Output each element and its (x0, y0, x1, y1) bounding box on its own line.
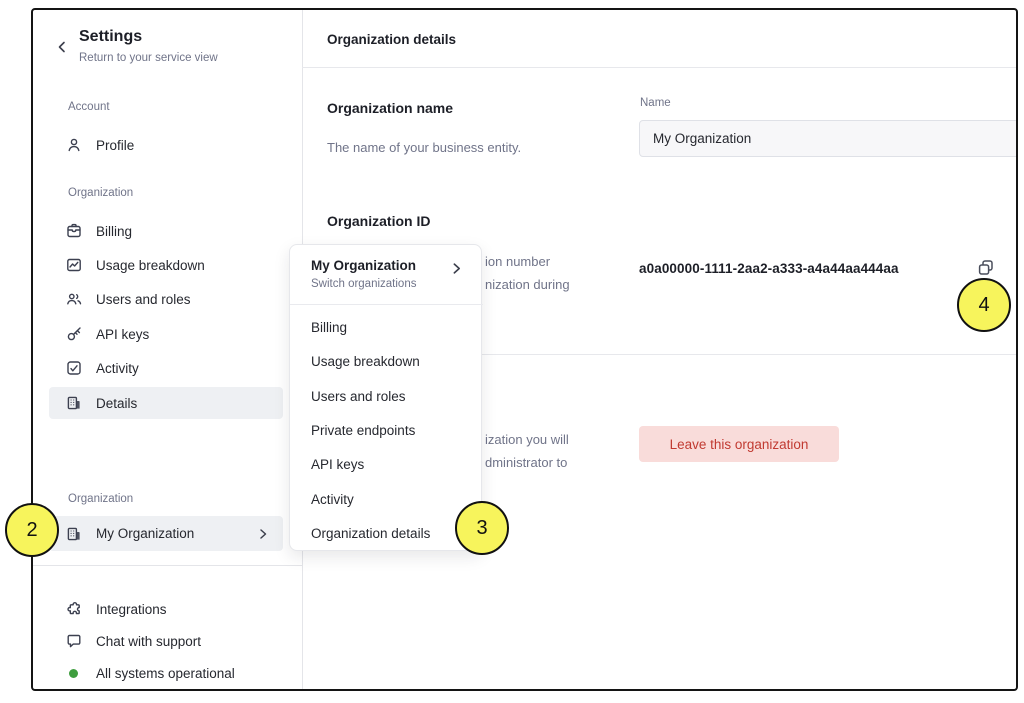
sidebar-item-label: Users and roles (96, 292, 191, 307)
dropdown-item-private-endpoints[interactable]: Private endpoints (311, 423, 471, 443)
sidebar-item-details[interactable]: Details (49, 387, 283, 419)
sidebar-item-label: API keys (96, 327, 149, 342)
sidebar-item-label: Details (96, 396, 137, 411)
status-label: All systems operational (96, 666, 235, 681)
sidebar-item-label: Activity (96, 361, 139, 376)
org-id-value: a0a00000-1111-2aa2-a333-a4a44aa444aa (639, 261, 899, 276)
dropdown-item-organization-details[interactable]: Organization details (311, 526, 471, 546)
dropdown-org-subtitle: Switch organizations (311, 278, 416, 290)
sidebar-item-profile[interactable]: Profile (49, 129, 283, 161)
sidebar-item-label: Usage breakdown (96, 258, 205, 273)
sidebar-item-usage-breakdown[interactable]: Usage breakdown (49, 249, 283, 281)
leave-organization-button[interactable]: Leave this organization (639, 426, 839, 462)
chevron-right-icon (257, 528, 269, 540)
building-icon (65, 525, 83, 543)
organization-switcher-section-label: Organization (68, 493, 133, 505)
usage-chart-icon (65, 256, 83, 274)
status-dot-green (69, 669, 78, 678)
building-icon (65, 394, 83, 412)
dropdown-divider (290, 304, 483, 305)
sidebar-item-integrations[interactable]: Integrations (49, 593, 283, 625)
activity-icon (65, 359, 83, 377)
dropdown-item-billing[interactable]: Billing (311, 320, 471, 340)
org-switcher-dropdown: My Organization Switch organizations Bil… (289, 244, 482, 551)
sidebar-item-label: Chat with support (96, 634, 201, 649)
sidebar-item-label: Integrations (96, 602, 167, 617)
copy-icon[interactable] (975, 257, 997, 279)
sidebar-item-label: Billing (96, 224, 132, 239)
sidebar-item-billing[interactable]: Billing (49, 215, 283, 247)
sidebar-item-label: Profile (96, 138, 134, 153)
sidebar-item-users-and-roles[interactable]: Users and roles (49, 283, 283, 315)
page-title: Organization details (327, 32, 456, 47)
billing-icon (65, 222, 83, 240)
account-section-label: Account (68, 101, 110, 113)
dropdown-item-usage-breakdown[interactable]: Usage breakdown (311, 354, 471, 374)
name-field-label: Name (640, 97, 671, 109)
leave-description-fragment-1: ization you will (485, 432, 569, 447)
user-icon (65, 136, 83, 154)
settings-subtitle[interactable]: Return to your service view (79, 52, 218, 64)
chevron-right-icon (450, 262, 463, 275)
header-divider (302, 67, 1018, 68)
annotation-badge-2: 2 (5, 503, 59, 557)
sidebar-org-switcher[interactable]: My Organization (49, 516, 283, 551)
sidebar-item-api-keys[interactable]: API keys (49, 318, 283, 350)
dropdown-item-activity[interactable]: Activity (311, 492, 471, 512)
org-name-input-value: My Organization (653, 131, 751, 146)
annotation-badge-4: 4 (957, 278, 1011, 332)
org-name-section-description: The name of your business entity. (327, 140, 521, 155)
key-icon (65, 325, 83, 343)
app-window: Settings Return to your service view Acc… (31, 8, 1018, 691)
org-name-section-title: Organization name (327, 100, 453, 116)
org-name-input[interactable]: My Organization (639, 120, 1018, 157)
org-id-description-fragment-1: ion number (485, 254, 550, 269)
sidebar-item-system-status[interactable]: All systems operational (49, 657, 283, 689)
org-id-section-title: Organization ID (327, 213, 430, 229)
back-chevron-icon[interactable] (55, 40, 69, 54)
dropdown-item-users-and-roles[interactable]: Users and roles (311, 389, 471, 409)
sidebar-org-switcher-label: My Organization (96, 526, 194, 541)
organization-section-label: Organization (68, 187, 133, 199)
annotation-badge-3: 3 (455, 501, 509, 555)
sidebar-divider-horizontal (33, 565, 302, 566)
leave-description-fragment-2: dministrator to (485, 455, 567, 470)
org-id-description-fragment-2: nization during (485, 277, 570, 292)
sidebar-item-activity[interactable]: Activity (49, 352, 283, 384)
puzzle-icon (65, 600, 83, 618)
users-icon (65, 290, 83, 308)
dropdown-org-title[interactable]: My Organization (311, 258, 416, 273)
settings-title: Settings (79, 28, 142, 46)
sidebar-item-chat-support[interactable]: Chat with support (49, 625, 283, 657)
chat-bubble-icon (65, 632, 83, 650)
dropdown-item-api-keys[interactable]: API keys (311, 457, 471, 477)
